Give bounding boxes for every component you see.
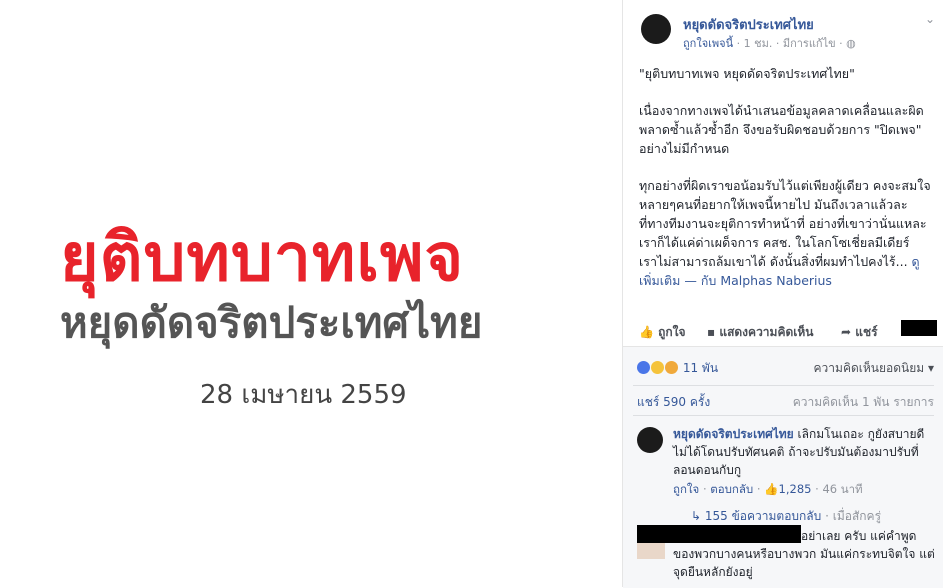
reactions-panel: 11 พัน ความคิดเห็นยอดนิยม ▾ แชร์ 590 ครั…	[623, 346, 943, 588]
like-button[interactable]: 👍 ถูกใจ	[639, 323, 686, 342]
post-paragraph: เนื่องจากทางเพจได้นำเสนอข้อมูลคลาดเคลื่อ…	[639, 103, 924, 156]
chevron-down-icon[interactable]: ⌄	[925, 12, 935, 26]
comment-sort-dropdown[interactable]: ความคิดเห็นยอดนิยม ▾	[814, 359, 934, 378]
share-count[interactable]: แชร์ 590 ครั้ง	[637, 393, 710, 412]
thumbs-up-icon: 👍	[764, 482, 779, 496]
reaction-count[interactable]: 11 พัน	[683, 361, 718, 375]
like-reaction-icon	[637, 361, 650, 374]
share-button[interactable]: ➦ แชร์	[841, 323, 878, 342]
divider	[633, 385, 934, 386]
like-page-link[interactable]: ถูกใจเพจนี้	[683, 37, 733, 50]
post-meta: ถูกใจเพจนี้ · 1 ชม. · มีการแก้ไข · ◍	[683, 34, 856, 52]
commenter-avatar[interactable]	[637, 427, 663, 453]
share-icon: ➦	[841, 325, 852, 339]
page-name[interactable]: หยุดดัดจริตประเทศไทย	[683, 14, 814, 35]
post-body: "ยุติบทบาทเพจ หยุดดัดจริตประเทศไทย" เนื่…	[639, 64, 931, 290]
commenter-avatar[interactable]	[637, 543, 665, 559]
post-paragraph: ทุกอย่างที่ผิดเราขอน้อมรับไว้แต่เพียงผู้…	[639, 178, 931, 288]
comment-count[interactable]: ความคิดเห็น 1 พัน รายการ	[793, 393, 934, 412]
comment-button[interactable]: ▪ แสดงความคิดเห็น	[707, 323, 814, 342]
post-actions: 👍 ถูกใจ ▪ แสดงความคิดเห็น ➦ แชร์	[639, 320, 939, 344]
page-avatar[interactable]	[641, 14, 671, 44]
comment-actions: ถูกใจ · ตอบกลับ · 👍1,285 · 46 นาที	[673, 482, 863, 496]
globe-icon: ◍	[846, 37, 856, 50]
comment-like-link[interactable]: ถูกใจ	[673, 482, 699, 496]
comment-like-count[interactable]: 1,285	[779, 482, 812, 496]
divider	[633, 415, 934, 416]
comment-author[interactable]: หยุดดัดจริตประเทศไทย	[673, 427, 794, 441]
reaction-summary[interactable]: 11 พัน	[637, 359, 718, 378]
redaction-bar	[901, 320, 937, 336]
view-replies-link[interactable]: ↳ 155 ข้อความตอบกลับ · เมื่อสักครู่	[691, 507, 881, 526]
comment-reply-link[interactable]: ตอบกลับ	[710, 482, 753, 496]
comment-text: หยุดดัดจริตประเทศไทย เลิกมโนเถอะ กูยังสบ…	[673, 427, 925, 477]
post-photo[interactable]: ยุติบทบาทเพจ หยุดดัดจริตประเทศไทย 28 เมษ…	[0, 0, 622, 587]
sad-reaction-icon	[651, 361, 664, 374]
photo-date: 28 เมษายน 2559	[200, 380, 407, 410]
post-time[interactable]: · 1 ชม. · มีการแก้ไข ·	[737, 37, 843, 50]
tagged-with[interactable]: — กับ Malphas Naberius	[684, 273, 832, 288]
comment-time[interactable]: 46 นาที	[822, 482, 862, 496]
comment-text: อย่าเลย ครับ แค่คำพูดของพวกบางคนหรือบางพ…	[673, 529, 935, 579]
photo-subheadline: หยุดดัดจริตประเทศไทย	[60, 298, 483, 347]
post-title-line: "ยุติบทบาทเพจ หยุดดัดจริตประเทศไทย"	[639, 66, 855, 81]
post-sidebar: หยุดดัดจริตประเทศไทย ถูกใจเพจนี้ · 1 ชม.…	[622, 0, 943, 588]
comment-icon: ▪	[707, 325, 716, 339]
post-header: หยุดดัดจริตประเทศไทย ถูกใจเพจนี้ · 1 ชม.…	[641, 12, 941, 52]
wow-reaction-icon	[665, 361, 678, 374]
thumbs-up-icon: 👍	[639, 325, 654, 339]
